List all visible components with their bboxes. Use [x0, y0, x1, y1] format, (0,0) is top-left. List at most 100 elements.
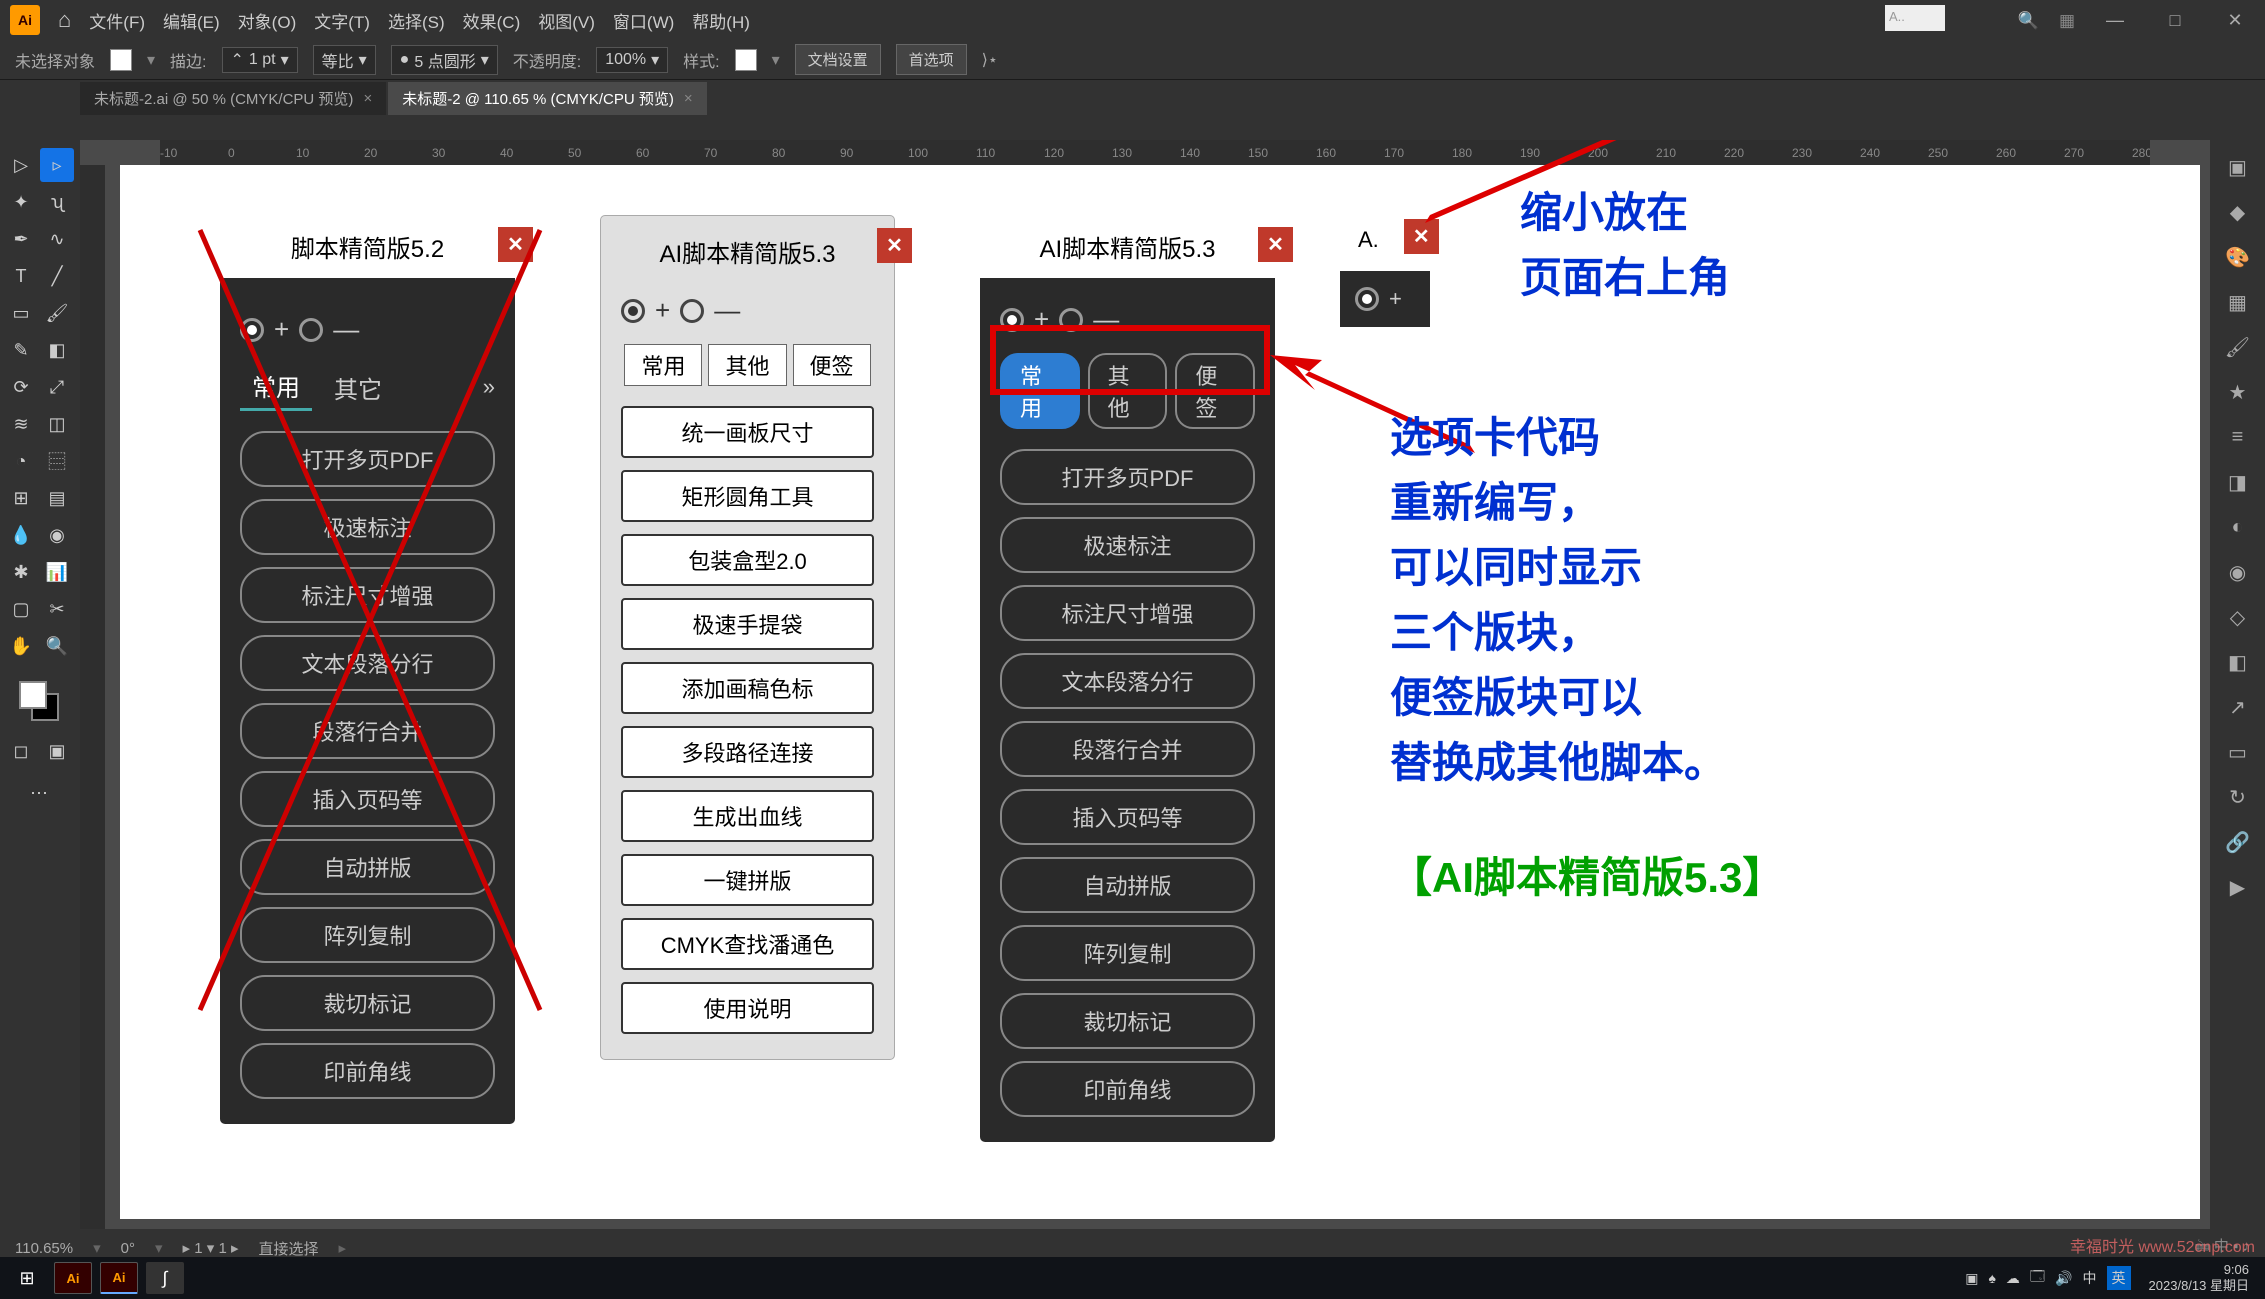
corner-field[interactable]: ●5 点圆形▾ — [391, 45, 498, 75]
mesh-tool[interactable]: ⊞ — [4, 481, 38, 515]
script-button[interactable]: 极速标注 — [240, 499, 495, 555]
lasso-tool[interactable]: ʯ — [40, 185, 74, 219]
screen-mode[interactable]: ▣ — [40, 734, 74, 768]
appearance-panel-icon[interactable]: ◉ — [2220, 555, 2255, 590]
script-button[interactable]: 包装盒型2.0 — [621, 534, 874, 586]
direct-selection-tool[interactable]: ▹ — [40, 148, 74, 182]
eraser-tool[interactable]: ◧ — [40, 333, 74, 367]
script-button[interactable]: 自动拼版 — [240, 839, 495, 895]
stroke-weight-field[interactable]: ⌃1 pt▾ — [222, 47, 298, 73]
script-button[interactable]: 极速手提袋 — [621, 598, 874, 650]
asset-export-panel-icon[interactable]: ↗ — [2220, 690, 2255, 725]
script-button[interactable]: 添加画稿色标 — [621, 662, 874, 714]
start-button[interactable]: ⊞ — [8, 1262, 46, 1294]
shape-builder-tool[interactable]: ◔ — [4, 444, 38, 478]
scale-tool[interactable]: ⤢ — [40, 370, 74, 404]
width-tool[interactable]: ≋ — [4, 407, 38, 441]
menu-help[interactable]: 帮助(H) — [692, 8, 750, 33]
script-button[interactable]: 统一画板尺寸 — [621, 406, 874, 458]
radio-on-icon[interactable] — [1355, 287, 1379, 311]
volume-icon[interactable]: 🔊 — [2055, 1270, 2072, 1287]
canvas[interactable]: 脚本精简版5.2 ✕ + — 常用 其它 » 打开多页PDF 极速标注 标注尺寸… — [120, 165, 2200, 1219]
script-button[interactable]: 阵列复制 — [1000, 925, 1255, 981]
symbols-panel-icon[interactable]: ★ — [2220, 375, 2255, 410]
rectangle-tool[interactable]: ▭ — [4, 296, 38, 330]
opacity-field[interactable]: 100%▾ — [596, 47, 668, 73]
menu-object[interactable]: 对象(O) — [238, 8, 297, 33]
script-button[interactable]: 标注尺寸增强 — [1000, 585, 1255, 641]
script-button[interactable]: 插入页码等 — [1000, 789, 1255, 845]
zoom-level[interactable]: 110.65% — [15, 1240, 73, 1257]
transparency-panel-icon[interactable]: ◐ — [2220, 510, 2255, 545]
curvature-tool[interactable]: ∿ — [40, 222, 74, 256]
artboard-nav[interactable]: ▸ 1 ▾ 1 ▸ — [183, 1239, 239, 1257]
symbol-sprayer-tool[interactable]: ✱ — [4, 555, 38, 589]
tray-icon[interactable]: ☁ — [2006, 1270, 2020, 1287]
slice-tool[interactable]: ✂ — [40, 592, 74, 626]
script-button[interactable]: 阵列复制 — [240, 907, 495, 963]
brushes-panel-icon[interactable]: 🖌 — [2220, 330, 2255, 365]
edit-toolbar[interactable]: ⋯ — [22, 776, 56, 810]
layers-panel-icon[interactable]: ◧ — [2220, 645, 2255, 680]
free-transform-tool[interactable]: ◫ — [40, 407, 74, 441]
close-button[interactable]: ✕ — [2215, 8, 2255, 33]
eyedropper-tool[interactable]: 💧 — [4, 518, 38, 552]
script-button[interactable]: 段落行合并 — [240, 703, 495, 759]
script-button[interactable]: 使用说明 — [621, 982, 874, 1034]
menu-type[interactable]: 文字(T) — [314, 8, 370, 33]
menu-window[interactable]: 窗口(W) — [613, 8, 674, 33]
doc-setup-button[interactable]: 文档设置 — [795, 44, 881, 75]
radio-off-icon[interactable] — [680, 299, 704, 323]
home-icon[interactable]: ⌂ — [58, 7, 71, 33]
taskbar-app-other[interactable]: ∫ — [146, 1262, 184, 1294]
shaper-tool[interactable]: ✎ — [4, 333, 38, 367]
doc-tab[interactable]: 未标题-2 @ 110.65 % (CMYK/CPU 预览)× — [388, 82, 706, 115]
swatches-panel-icon[interactable]: ▦ — [2220, 285, 2255, 320]
rotate-tool[interactable]: ⟳ — [4, 370, 38, 404]
tab-notes[interactable]: 便签 — [793, 344, 871, 386]
tab-common[interactable]: 常用 — [624, 344, 702, 386]
isolate-icon[interactable]: ⟩⋆ — [982, 50, 998, 70]
script-button[interactable]: 裁切标记 — [1000, 993, 1255, 1049]
script-button[interactable]: 自动拼版 — [1000, 857, 1255, 913]
script-button[interactable]: 生成出血线 — [621, 790, 874, 842]
tray-icon[interactable]: ♠ — [1988, 1270, 1995, 1286]
prefs-button[interactable]: 首选项 — [896, 44, 967, 75]
graph-tool[interactable]: 📊 — [40, 555, 74, 589]
gradient-tool[interactable]: ▤ — [40, 481, 74, 515]
graphic-styles-panel-icon[interactable]: ◇ — [2220, 600, 2255, 635]
panel-close-button[interactable]: ✕ — [877, 228, 912, 263]
pen-tool[interactable]: ✒ — [4, 222, 38, 256]
style-swatch[interactable] — [735, 49, 757, 71]
script-button[interactable]: 段落行合并 — [1000, 721, 1255, 777]
radio-on-icon[interactable] — [621, 299, 645, 323]
selection-tool[interactable]: ▷ — [4, 148, 38, 182]
close-tab-icon[interactable]: × — [684, 90, 693, 107]
menu-view[interactable]: 视图(V) — [538, 8, 595, 33]
panel-close-button[interactable]: ✕ — [498, 227, 533, 262]
zoom-tool[interactable]: 🔍 — [40, 629, 74, 663]
ime-icon[interactable]: 中 — [2083, 1268, 2097, 1288]
panel-close-button[interactable]: ✕ — [1258, 227, 1293, 262]
script-button[interactable]: 矩形圆角工具 — [621, 470, 874, 522]
artboards-panel-icon[interactable]: ▭ — [2220, 735, 2255, 770]
color-swatches[interactable] — [19, 681, 59, 721]
radio-off-icon[interactable] — [299, 318, 323, 342]
taskbar-app-ai-active[interactable]: Ai — [100, 1262, 138, 1294]
script-button[interactable]: 标注尺寸增强 — [240, 567, 495, 623]
draw-mode[interactable]: ◻ — [4, 734, 38, 768]
hand-tool[interactable]: ✋ — [4, 629, 38, 663]
menu-select[interactable]: 选择(S) — [388, 8, 445, 33]
links-panel-icon[interactable]: 🔗 — [2220, 825, 2255, 860]
libraries-panel-icon[interactable]: ◆ — [2220, 195, 2255, 230]
magic-wand-tool[interactable]: ✦ — [4, 185, 38, 219]
menu-edit[interactable]: 编辑(E) — [163, 8, 220, 33]
gradient-panel-icon[interactable]: ◨ — [2220, 465, 2255, 500]
tab-common[interactable]: 常用 — [240, 363, 312, 411]
artboard-tool[interactable]: ▢ — [4, 592, 38, 626]
script-button[interactable]: 文本段落分行 — [240, 635, 495, 691]
radio-on-icon[interactable] — [240, 318, 264, 342]
tray-icon[interactable]: ▣ — [1965, 1270, 1978, 1287]
menu-file[interactable]: 文件(F) — [89, 8, 145, 33]
tab-other[interactable]: 其他 — [708, 344, 786, 386]
